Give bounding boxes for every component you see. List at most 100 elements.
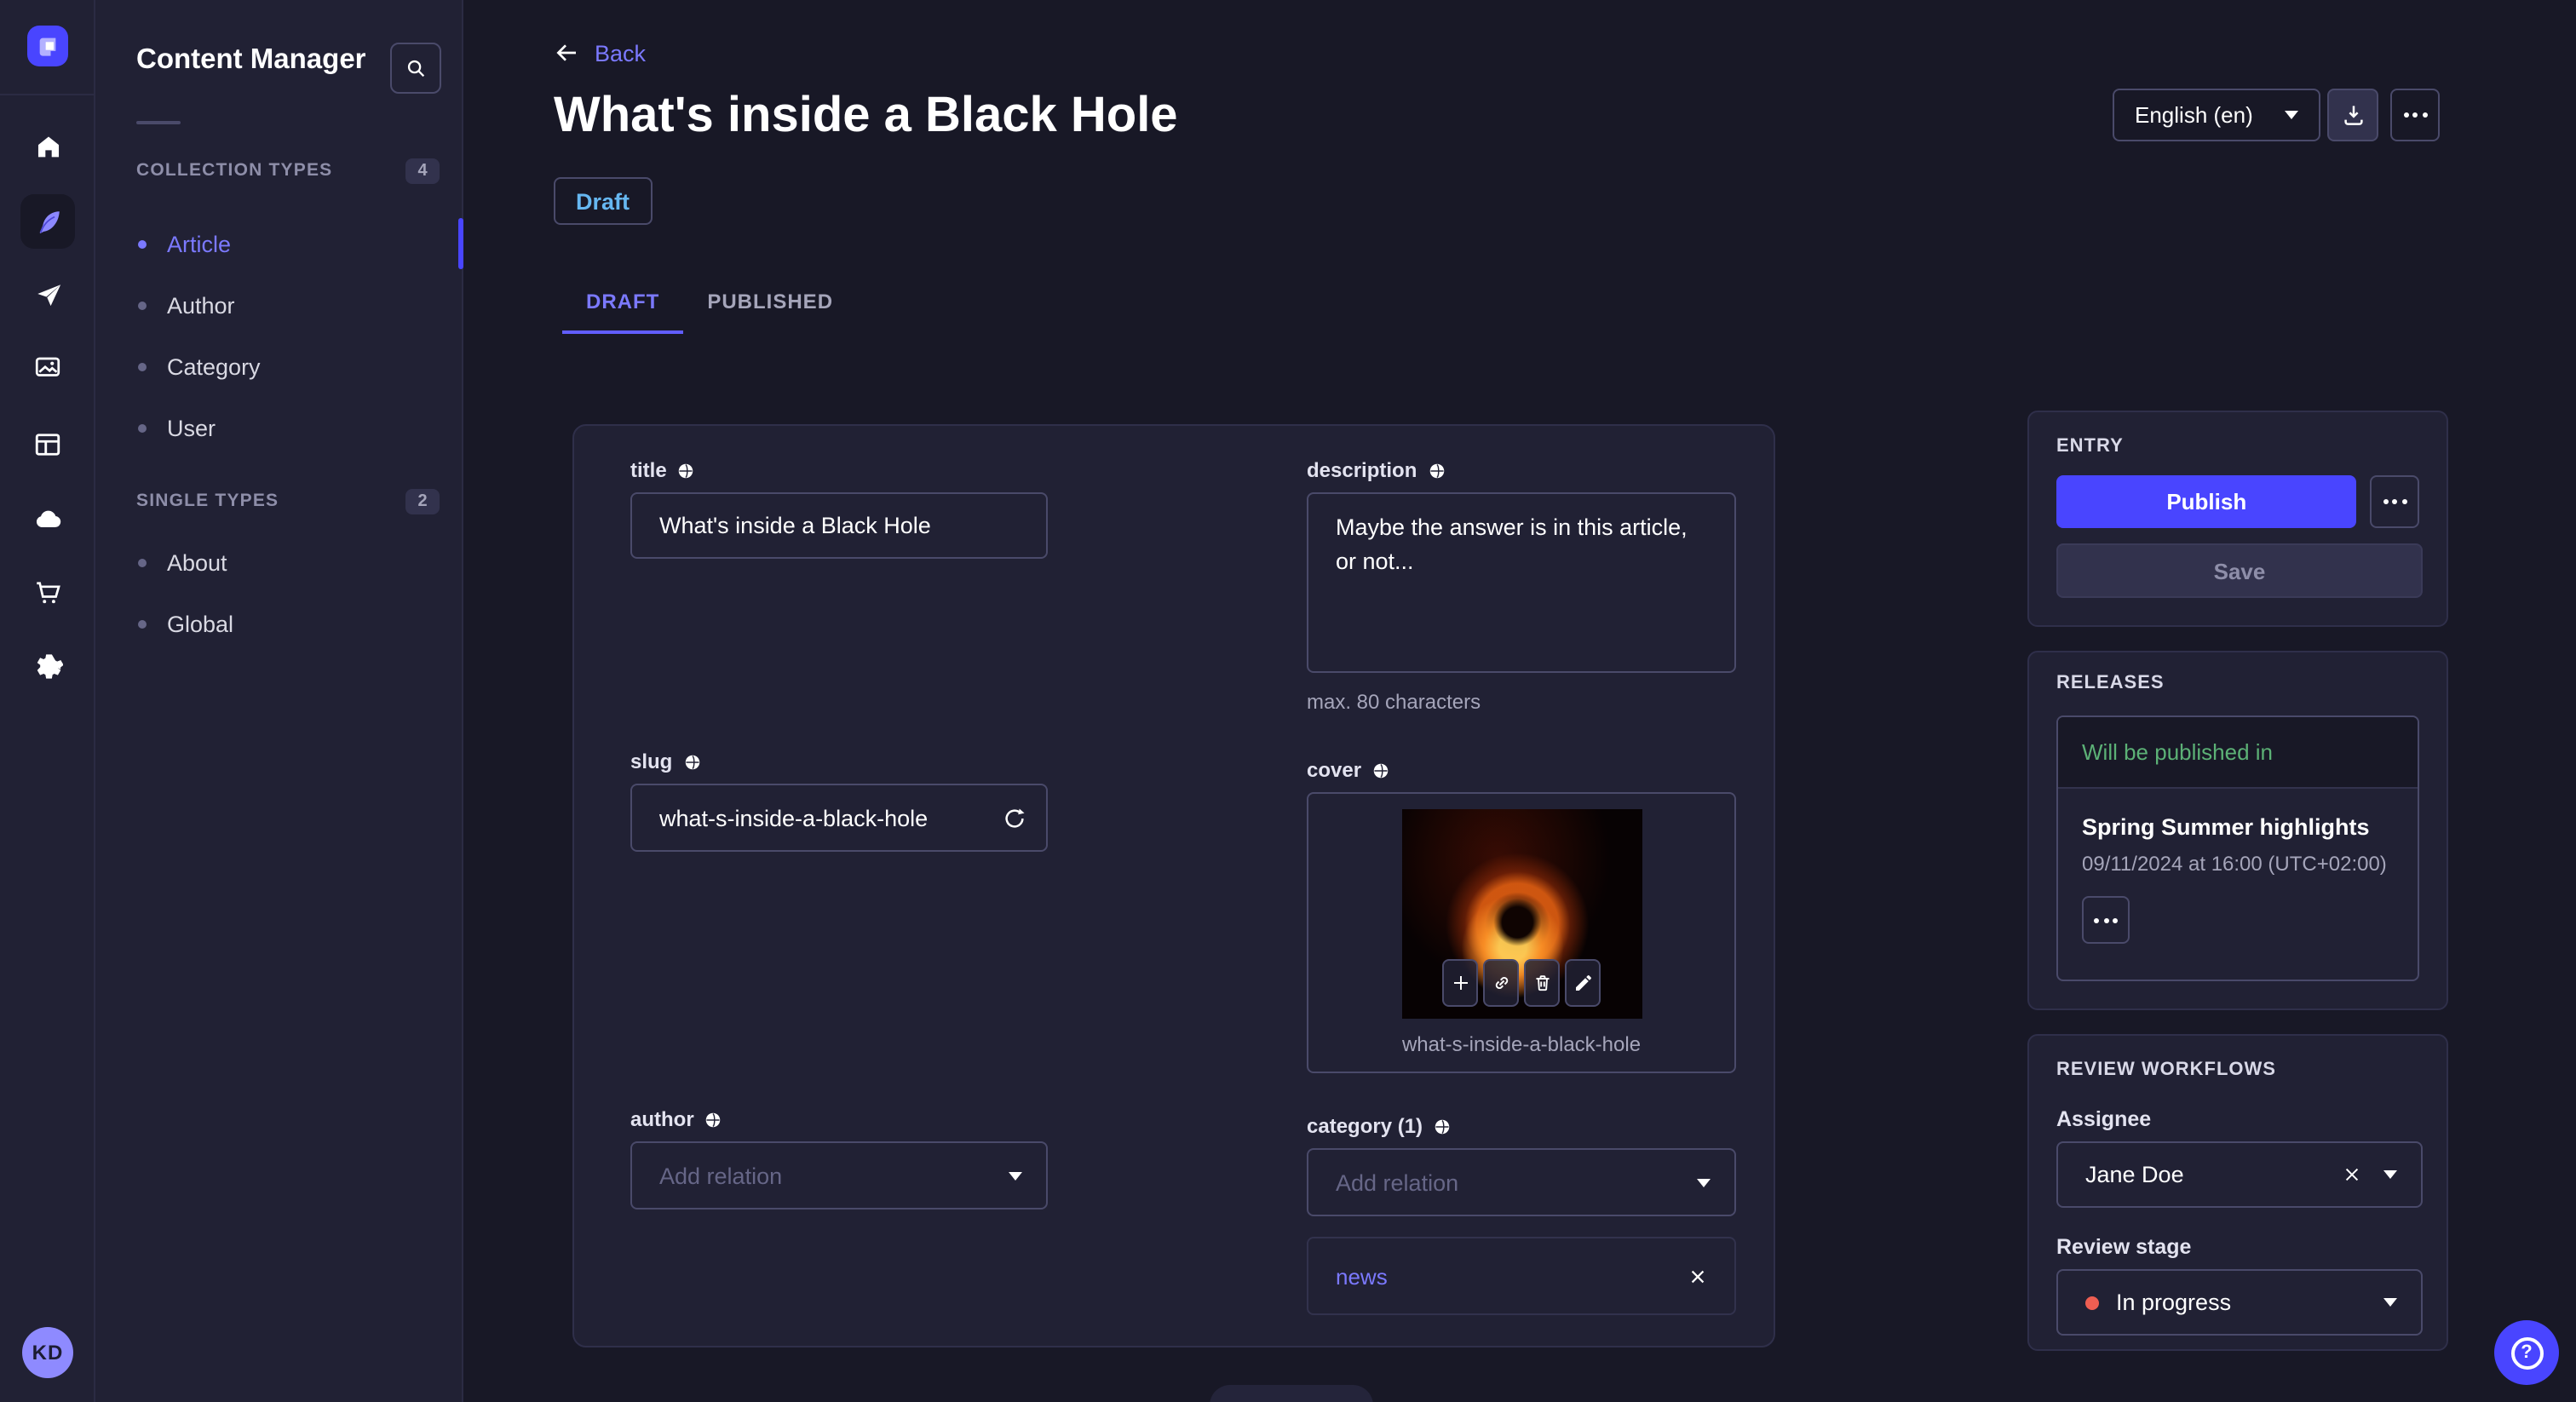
- author-field-label: author: [630, 1107, 1048, 1131]
- plus-icon: [1453, 976, 1467, 990]
- globe-icon: [685, 754, 699, 769]
- review-workflows-panel: REVIEW WORKFLOWS Assignee Jane Doe Revie…: [2027, 1034, 2448, 1351]
- title-field-label: title: [630, 458, 1048, 482]
- user-avatar[interactable]: KD: [22, 1327, 73, 1378]
- tab-published[interactable]: PUBLISHED: [683, 273, 857, 334]
- release-name: Spring Summer highlights: [2082, 814, 2370, 840]
- releases-icon[interactable]: [20, 267, 75, 322]
- section-label: COLLECTION TYPES: [136, 160, 333, 181]
- globe-icon: [1429, 463, 1444, 478]
- clear-x-icon[interactable]: [2343, 1165, 2361, 1184]
- sidebar-item-label: Article: [167, 231, 232, 256]
- releases-heading: RELEASES: [2056, 673, 2165, 693]
- trash-icon: [1535, 975, 1549, 991]
- copy-link-button[interactable]: [1483, 959, 1519, 1007]
- single-types-section-header: SINGLE TYPES 2: [136, 487, 440, 514]
- publish-button[interactable]: Publish: [2056, 475, 2357, 528]
- bottom-peek-element: [1210, 1385, 1373, 1402]
- author-relation-combobox[interactable]: Add relation: [630, 1141, 1048, 1210]
- slug-field-label: slug: [630, 750, 1048, 773]
- cover-media-field: what-s-inside-a-black-hole: [1307, 792, 1736, 1073]
- delete-media-button[interactable]: [1524, 959, 1560, 1007]
- combobox-placeholder: Add relation: [1336, 1169, 1459, 1195]
- media-library-icon[interactable]: [20, 339, 75, 394]
- magnifier-icon: [407, 60, 425, 78]
- locale-select[interactable]: English (en): [2113, 89, 2320, 141]
- content-manager-icon[interactable]: [20, 194, 75, 249]
- assignee-combobox[interactable]: Jane Doe: [2056, 1141, 2423, 1208]
- search-button[interactable]: [390, 43, 441, 94]
- sidebar-item-about[interactable]: About: [95, 531, 463, 593]
- divider: [136, 121, 181, 124]
- description-hint: max. 80 characters: [1307, 690, 1481, 714]
- subnav-title: Content Manager: [136, 44, 366, 75]
- sidebar-item-user[interactable]: User: [95, 397, 463, 458]
- content-type-builder-icon[interactable]: [20, 417, 75, 472]
- marketplace-icon[interactable]: [20, 566, 75, 620]
- chevron-down-icon: [2285, 111, 2298, 119]
- save-button[interactable]: Save: [2056, 543, 2423, 598]
- assignee-label: Assignee: [2056, 1107, 2152, 1131]
- cover-field-label: cover: [1307, 758, 1736, 782]
- count-badge: 2: [405, 488, 440, 514]
- add-media-button[interactable]: [1442, 959, 1478, 1007]
- entry-more-button[interactable]: [2370, 475, 2419, 528]
- version-tabs: DRAFT PUBLISHED: [562, 273, 857, 334]
- status-badge-label: Draft: [576, 188, 630, 214]
- tab-draft[interactable]: DRAFT: [562, 273, 684, 334]
- back-button[interactable]: Back: [554, 39, 646, 66]
- edit-media-button[interactable]: [1565, 959, 1601, 1007]
- cover-actions: [1442, 959, 1601, 1007]
- sidebar-item-label: Global: [167, 611, 234, 636]
- release-more-button[interactable]: [2082, 896, 2130, 944]
- globe-icon: [1435, 1118, 1450, 1134]
- review-stage-value: In progress: [2116, 1290, 2232, 1315]
- refresh-icon: [1004, 807, 1024, 827]
- assignee-value: Jane Doe: [2085, 1162, 2184, 1187]
- back-label: Back: [595, 40, 647, 66]
- review-heading: REVIEW WORKFLOWS: [2056, 1060, 2276, 1080]
- arrow-left-icon: [556, 44, 576, 61]
- sidebar-item-author[interactable]: Author: [95, 274, 463, 336]
- stage-status-dot: [2085, 1296, 2099, 1309]
- entry-form-card: title slug: [572, 424, 1775, 1347]
- field-label-text: cover: [1307, 758, 1362, 782]
- chevron-down-icon: [1009, 1171, 1022, 1180]
- globe-icon: [1373, 762, 1389, 778]
- chevron-down-icon: [1697, 1178, 1711, 1187]
- relation-link[interactable]: news: [1336, 1263, 1388, 1289]
- bullet-icon: [138, 423, 147, 432]
- regenerate-slug-button[interactable]: [993, 797, 1034, 838]
- review-stage-select[interactable]: In progress: [2056, 1269, 2423, 1336]
- title-input[interactable]: [630, 492, 1048, 559]
- remove-relation-button[interactable]: [1688, 1267, 1707, 1285]
- active-item-indicator: [458, 218, 463, 269]
- link-icon: [1494, 976, 1508, 990]
- bullet-icon: [138, 239, 147, 248]
- sidebar-item-article[interactable]: Article: [95, 213, 463, 274]
- entry-panel: ENTRY Publish Save: [2027, 411, 2448, 627]
- page-title: What's inside a Black Hole: [554, 89, 1178, 143]
- chevron-down-icon: [2383, 1170, 2397, 1179]
- slug-input[interactable]: [630, 784, 1048, 852]
- settings-icon[interactable]: [20, 641, 75, 695]
- sidebar-item-category[interactable]: Category: [95, 336, 463, 397]
- more-actions-button[interactable]: [2390, 89, 2440, 141]
- help-button[interactable]: ?: [2494, 1320, 2559, 1385]
- category-relation-combobox[interactable]: Add relation: [1307, 1148, 1736, 1216]
- strapi-logo[interactable]: [27, 26, 68, 66]
- release-date: 09/11/2024 at 16:00 (UTC+02:00): [2082, 852, 2387, 876]
- combobox-placeholder: Add relation: [659, 1163, 783, 1188]
- field-label-text: category (1): [1307, 1114, 1423, 1138]
- download-button[interactable]: [2327, 89, 2378, 141]
- sidebar-item-global[interactable]: Global: [95, 593, 463, 654]
- sidebar-item-label: Author: [167, 292, 235, 318]
- content-manager-subnav: Content Manager COLLECTION TYPES 4 Artic…: [95, 0, 463, 1402]
- release-status-banner: Will be published in: [2058, 717, 2418, 789]
- cloud-icon[interactable]: [20, 492, 75, 547]
- field-label-text: author: [630, 1107, 694, 1131]
- form-left-column: title slug: [630, 426, 1048, 1210]
- field-label-text: title: [630, 458, 667, 482]
- home-icon[interactable]: [20, 119, 75, 174]
- description-textarea[interactable]: Maybe the answer is in this article, or …: [1307, 492, 1736, 673]
